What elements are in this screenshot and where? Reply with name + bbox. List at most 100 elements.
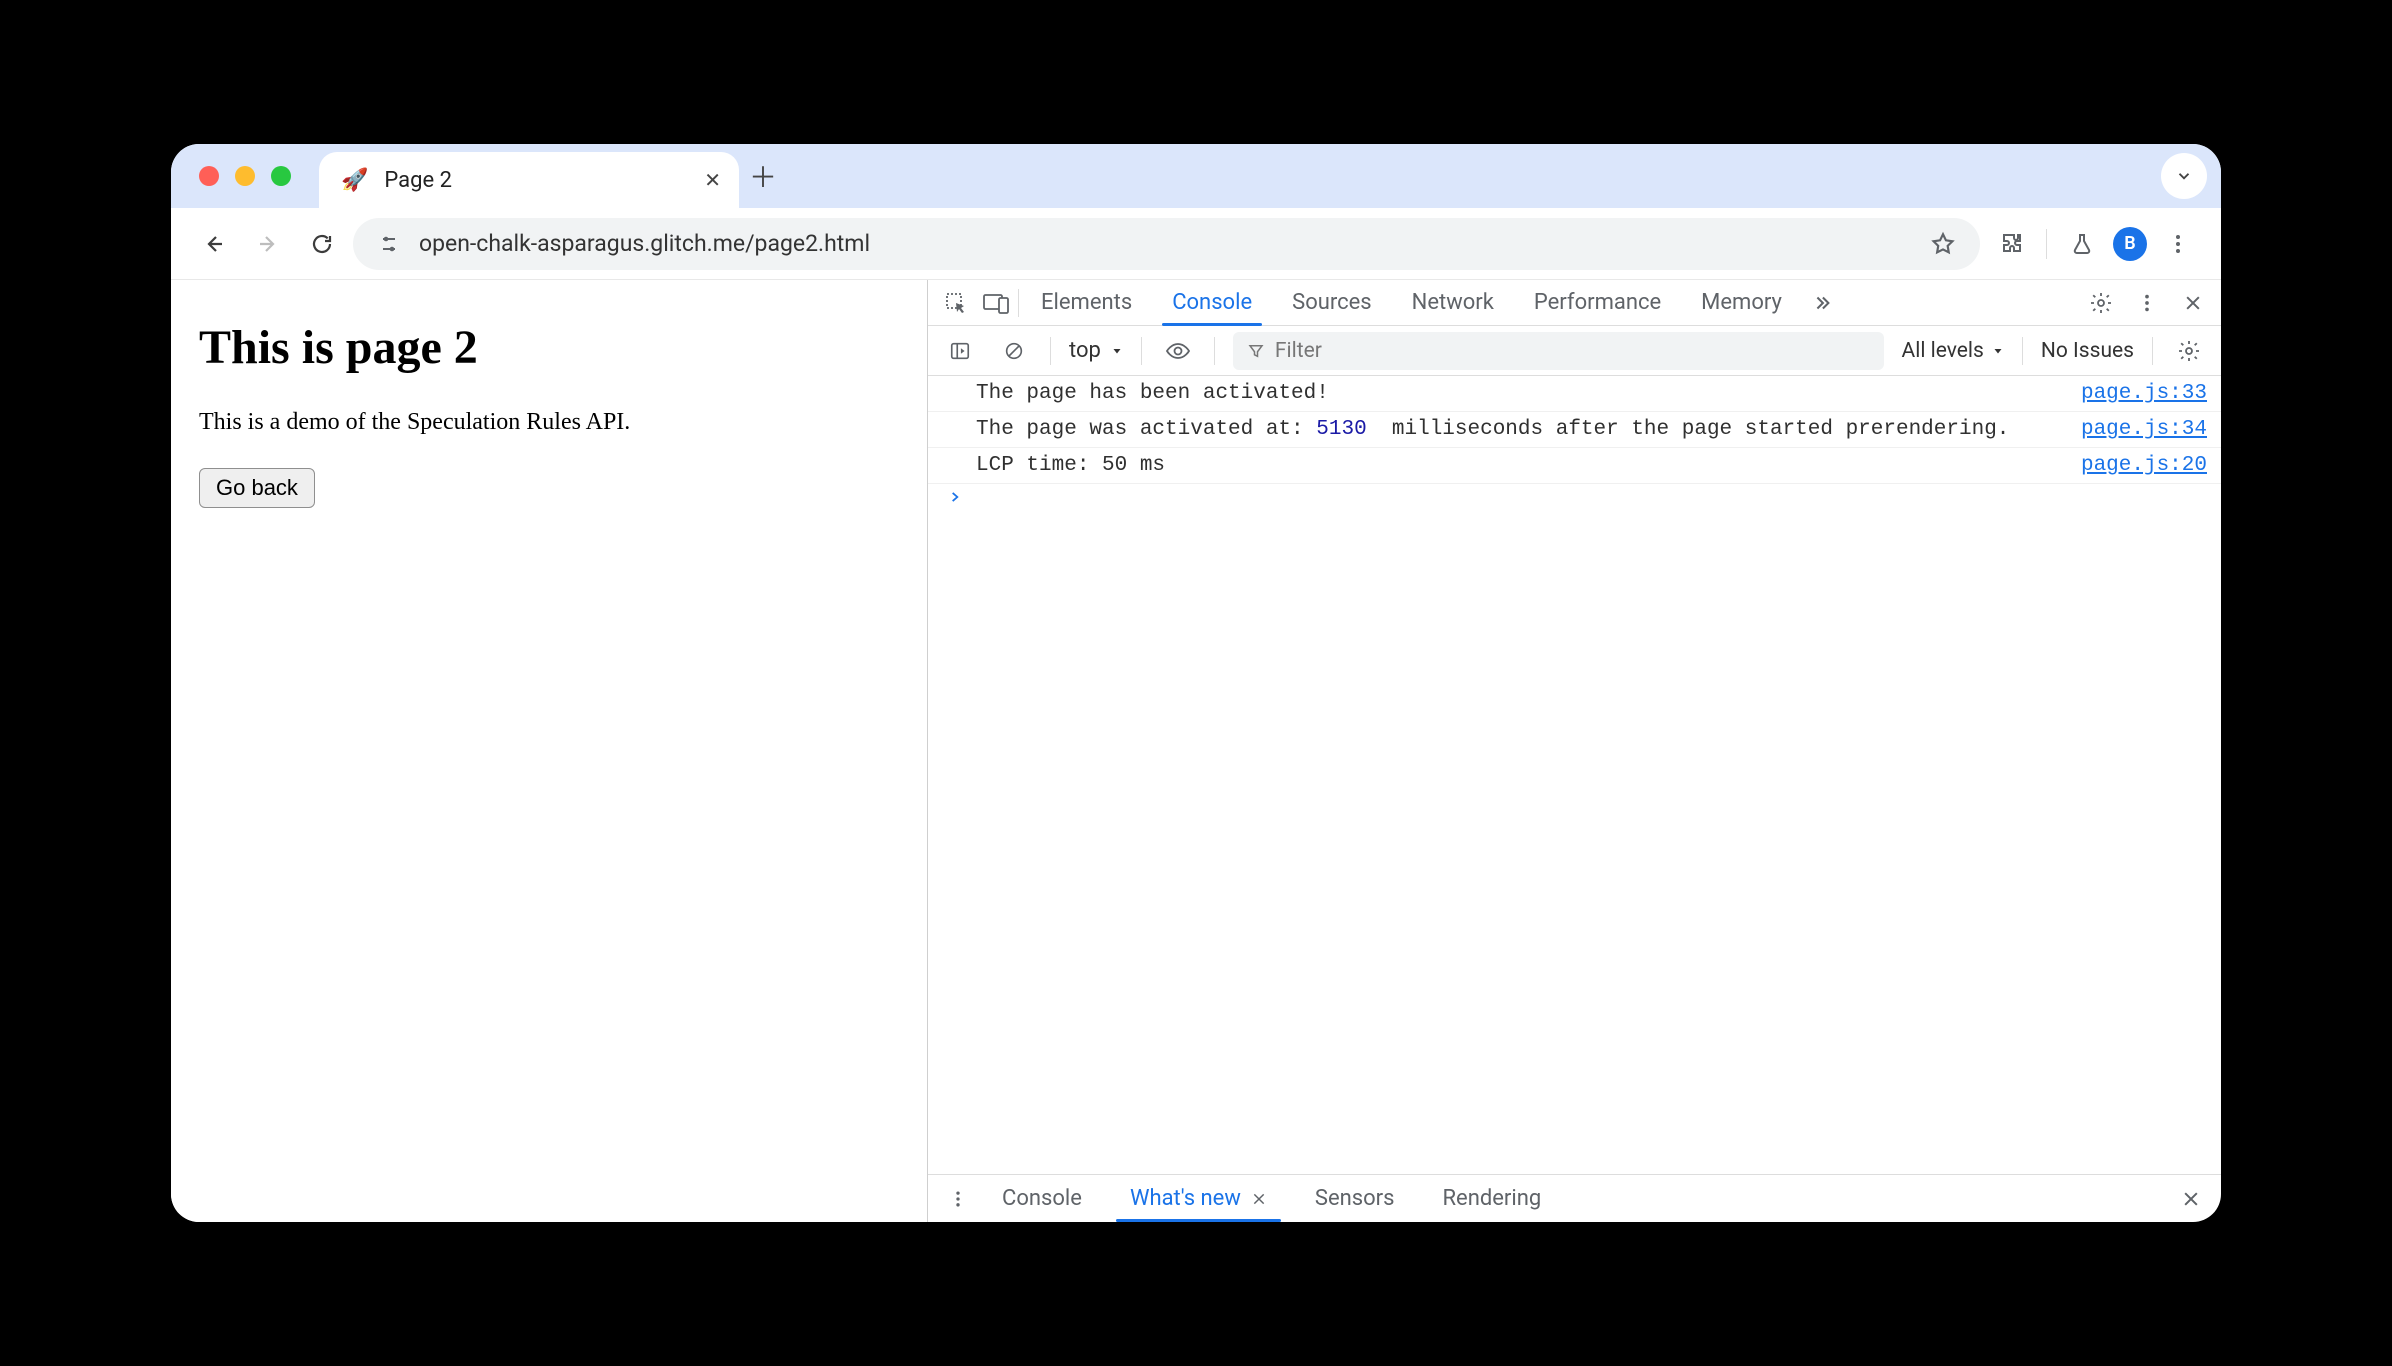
source-link[interactable]: page.js:20 <box>2081 454 2207 477</box>
filter-placeholder: Filter <box>1275 339 1322 363</box>
device-toolbar-button[interactable] <box>978 285 1014 321</box>
eye-icon <box>1165 340 1191 362</box>
bookmark-star-icon[interactable] <box>1930 231 1956 257</box>
back-button[interactable] <box>191 221 237 267</box>
maximize-window-button[interactable] <box>271 166 291 186</box>
new-tab-button[interactable]: ＋ <box>739 156 787 196</box>
console-settings-button[interactable] <box>2171 333 2207 369</box>
context-selector[interactable]: top <box>1069 338 1123 363</box>
more-tabs-button[interactable] <box>1804 285 1840 321</box>
devtools-settings-button[interactable] <box>2083 285 2119 321</box>
log-row: The page has been activated! page.js:33 <box>928 376 2221 412</box>
devices-icon <box>983 292 1009 314</box>
plus-icon: ＋ <box>749 156 777 196</box>
separator <box>2152 337 2153 365</box>
extensions-button[interactable] <box>1988 221 2034 267</box>
omnibox[interactable]: open-chalk-asparagus.glitch.me/page2.htm… <box>353 218 1980 270</box>
close-icon[interactable] <box>1251 1191 1267 1207</box>
reload-icon <box>310 232 334 256</box>
traffic-lights <box>199 166 291 186</box>
console-log[interactable]: The page has been activated! page.js:33 … <box>928 376 2221 1174</box>
log-row: The page was activated at: 5130 millisec… <box>928 412 2221 448</box>
tab-title: Page 2 <box>384 168 452 193</box>
console-prompt[interactable] <box>928 484 2221 510</box>
log-row: LCP time: 50 ms page.js:20 <box>928 448 2221 484</box>
browser-tab[interactable]: 🚀 Page 2 ✕ <box>319 152 739 208</box>
filter-input[interactable]: Filter <box>1233 332 1884 370</box>
source-link[interactable]: page.js:33 <box>2081 382 2207 405</box>
content-split: This is page 2 This is a demo of the Spe… <box>171 280 2221 1222</box>
dots-vertical-icon <box>2166 232 2190 256</box>
toggle-sidebar-button[interactable] <box>942 333 978 369</box>
inspect-icon <box>944 291 968 315</box>
issues-status[interactable]: No Issues <box>2041 339 2134 363</box>
minimize-window-button[interactable] <box>235 166 255 186</box>
tab-search-button[interactable] <box>2161 153 2207 199</box>
source-link[interactable]: page.js:34 <box>2081 418 2207 441</box>
panel-left-icon <box>949 340 971 362</box>
log-levels-selector[interactable]: All levels <box>1902 339 2004 363</box>
reload-button[interactable] <box>299 221 345 267</box>
devtools-tab-console[interactable]: Console <box>1154 280 1270 325</box>
separator <box>1141 337 1142 365</box>
devtools-tab-sources[interactable]: Sources <box>1274 280 1390 325</box>
kebab-menu-button[interactable] <box>2155 221 2201 267</box>
dots-vertical-icon <box>948 1189 968 1209</box>
drawer-tab-rendering[interactable]: Rendering <box>1420 1175 1563 1222</box>
rendered-page: This is page 2 This is a demo of the Spe… <box>171 280 927 1222</box>
dots-vertical-icon <box>2136 292 2158 314</box>
url-text: open-chalk-asparagus.glitch.me/page2.htm… <box>419 230 870 257</box>
go-back-button[interactable]: Go back <box>199 468 315 508</box>
close-tab-button[interactable]: ✕ <box>704 170 721 190</box>
labs-button[interactable] <box>2059 221 2105 267</box>
chevron-down-icon <box>2175 167 2193 185</box>
console-toolbar: top Filter All levels No Issues <box>928 326 2221 376</box>
separator <box>1214 337 1215 365</box>
drawer-close-button[interactable] <box>2173 1181 2209 1217</box>
flask-icon <box>2070 232 2094 256</box>
gear-icon <box>2177 339 2201 363</box>
close-window-button[interactable] <box>199 166 219 186</box>
drawer-kebab-button[interactable] <box>940 1181 976 1217</box>
devtools-tab-memory[interactable]: Memory <box>1683 280 1800 325</box>
site-settings-icon[interactable] <box>377 232 401 256</box>
drawer-tab-sensors[interactable]: Sensors <box>1293 1175 1417 1222</box>
devtools-panel: Elements Console Sources Network Perform… <box>927 280 2221 1222</box>
devtools-close-button[interactable] <box>2175 285 2211 321</box>
drawer-tab-console[interactable]: Console <box>980 1175 1104 1222</box>
chevron-right-icon <box>948 490 962 504</box>
gear-icon <box>2089 291 2113 315</box>
triangle-down-icon <box>1992 345 2004 357</box>
separator <box>1050 337 1051 365</box>
page-heading: This is page 2 <box>199 320 899 375</box>
triangle-down-icon <box>1111 345 1123 357</box>
close-icon <box>2181 1189 2201 1209</box>
arrow-left-icon <box>202 232 226 256</box>
live-expression-button[interactable] <box>1160 333 1196 369</box>
drawer-tab-whatsnew[interactable]: What's new <box>1108 1175 1289 1222</box>
ban-icon <box>1003 340 1025 362</box>
devtools-kebab-button[interactable] <box>2129 285 2165 321</box>
devtools-tab-network[interactable]: Network <box>1394 280 1512 325</box>
separator <box>2022 337 2023 365</box>
puzzle-icon <box>1999 232 2023 256</box>
devtools-tab-elements[interactable]: Elements <box>1023 280 1150 325</box>
devtools-tab-performance[interactable]: Performance <box>1516 280 1679 325</box>
clear-console-button[interactable] <box>996 333 1032 369</box>
forward-button[interactable] <box>245 221 291 267</box>
separator <box>1018 289 1019 317</box>
context-label: top <box>1069 338 1101 363</box>
favicon-icon: 🚀 <box>341 168 368 193</box>
funnel-icon <box>1247 342 1265 360</box>
browser-window: 🚀 Page 2 ✕ ＋ open-chalk-asparagus.glitch… <box>171 144 2221 1222</box>
inspect-element-button[interactable] <box>938 285 974 321</box>
devtools-drawer: Console What's new Sensors Rendering <box>928 1174 2221 1222</box>
browser-toolbar: open-chalk-asparagus.glitch.me/page2.htm… <box>171 208 2221 280</box>
profile-avatar[interactable]: B <box>2113 227 2147 261</box>
levels-label: All levels <box>1902 339 1984 363</box>
close-icon <box>2183 293 2203 313</box>
arrow-right-icon <box>256 232 280 256</box>
separator <box>2046 229 2047 259</box>
avatar-letter: B <box>2124 233 2135 254</box>
page-body: This is a demo of the Speculation Rules … <box>199 409 899 436</box>
